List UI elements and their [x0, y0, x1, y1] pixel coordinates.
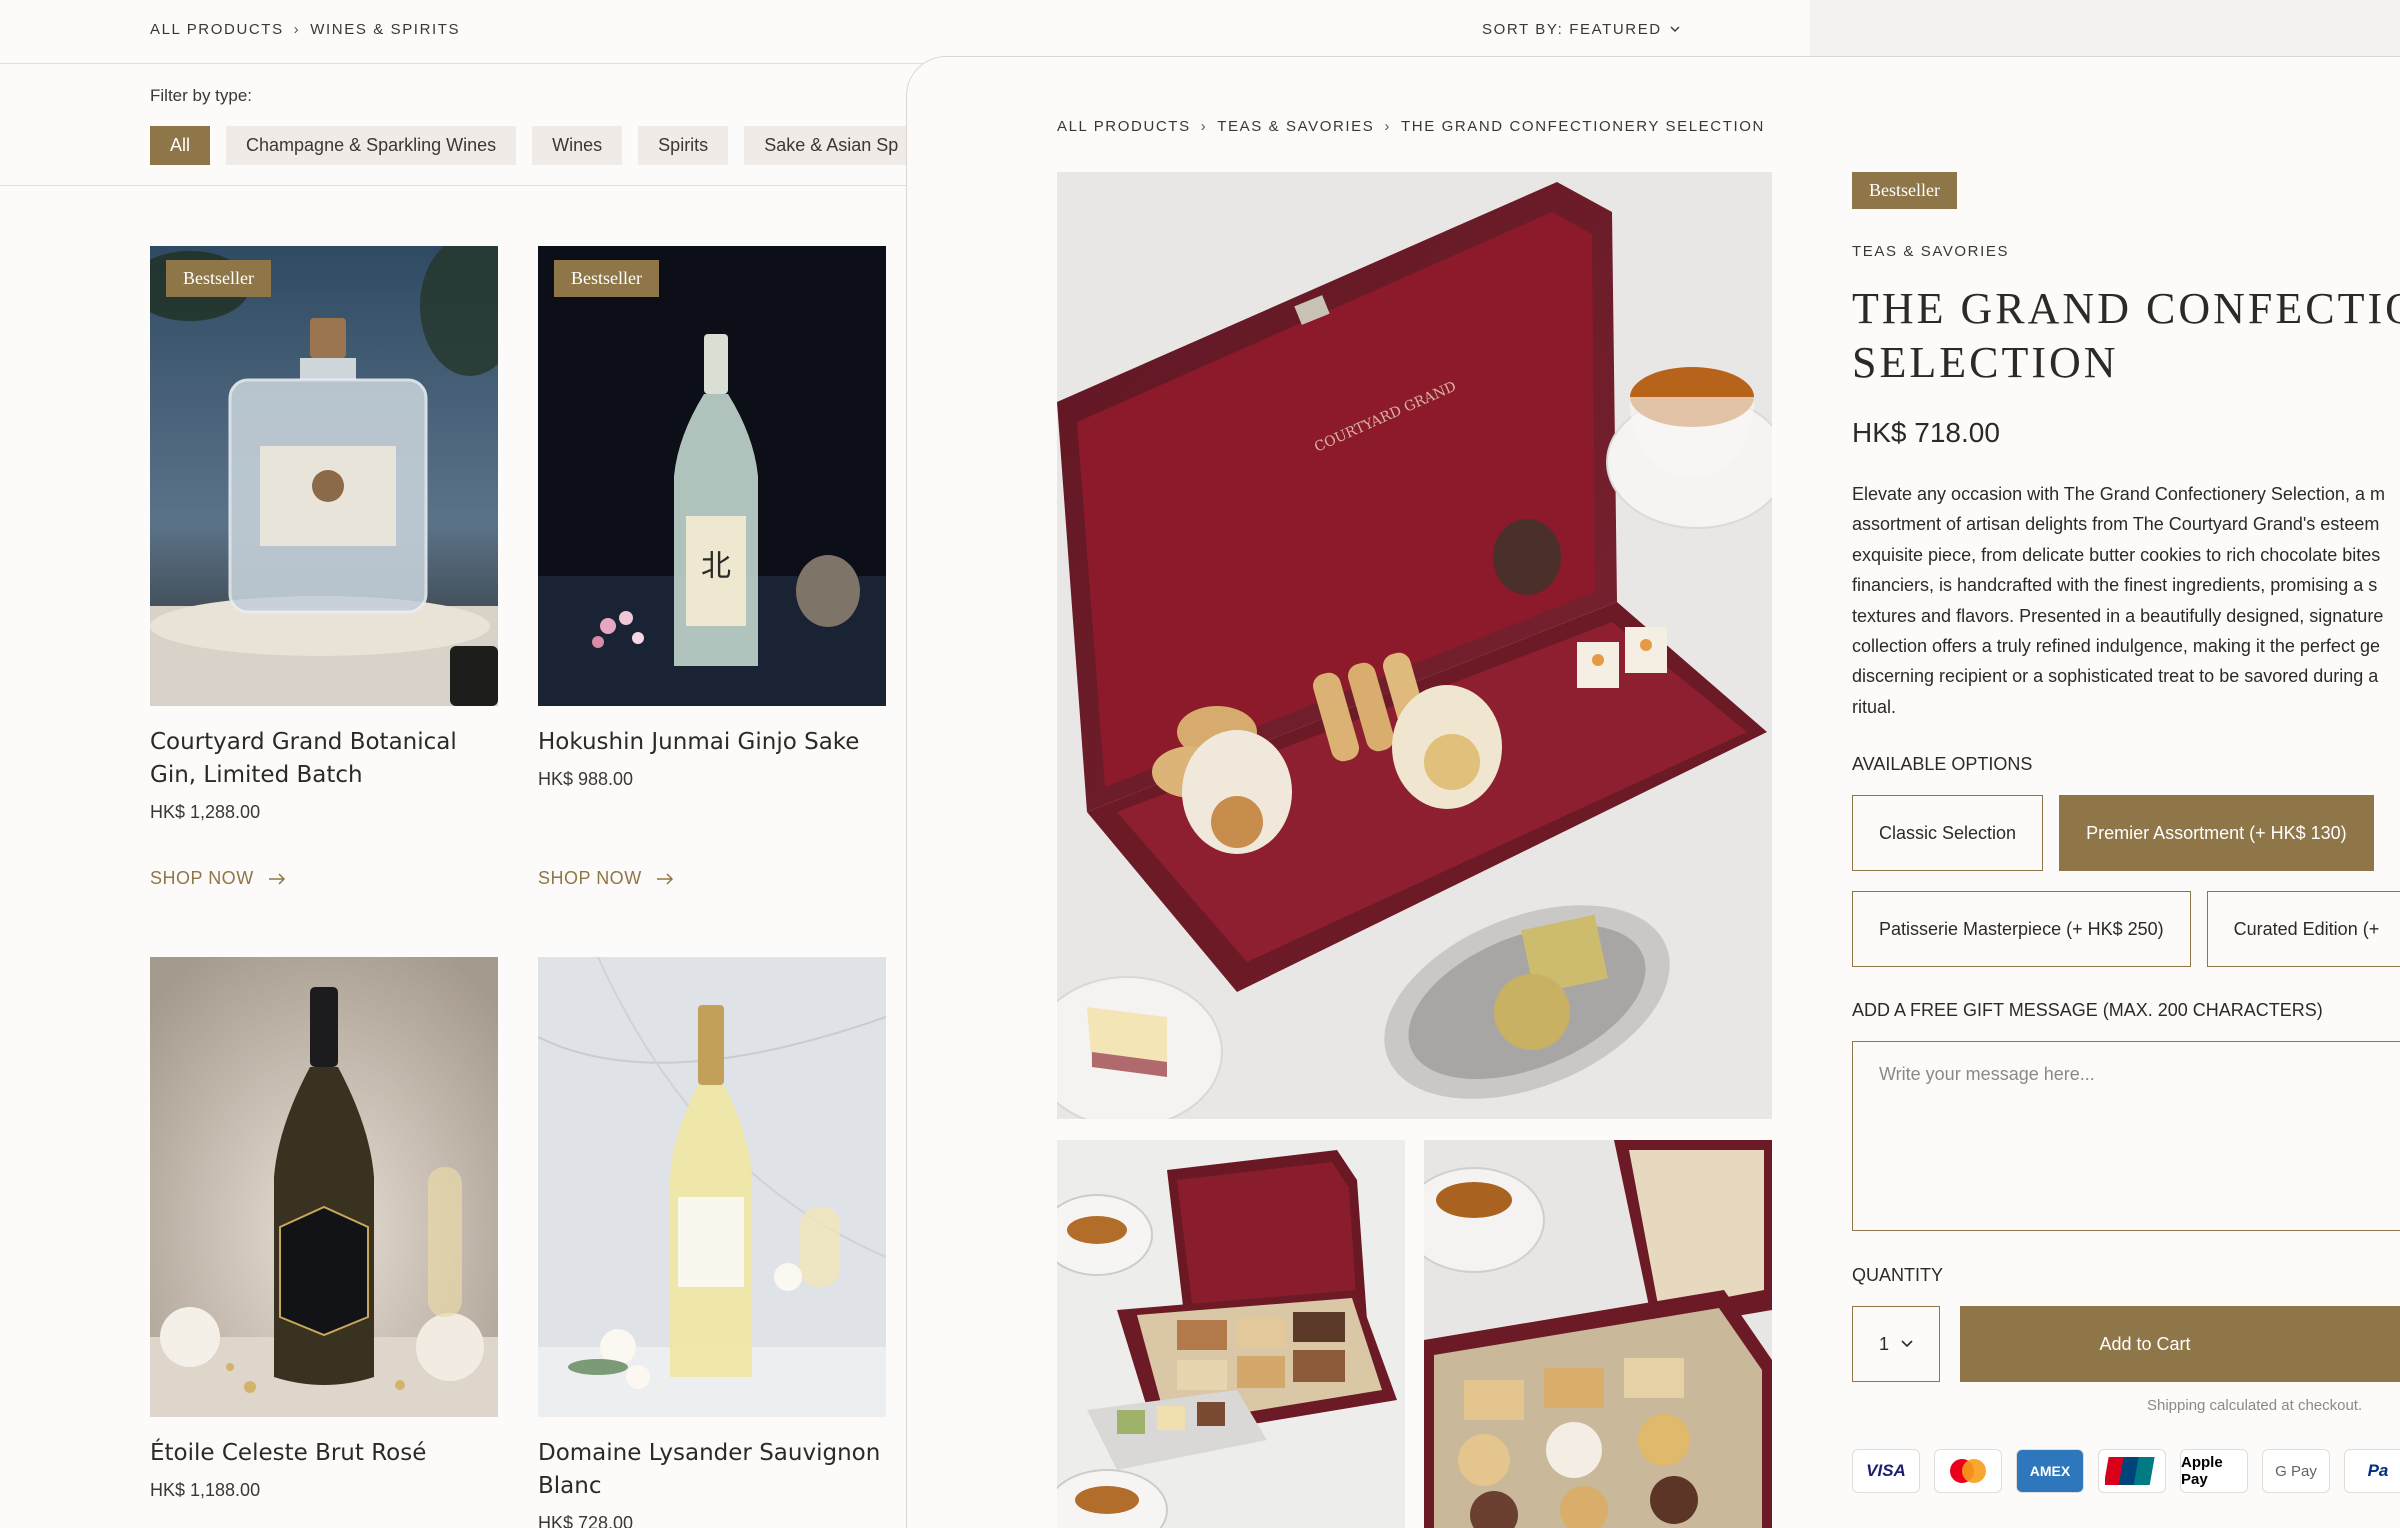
visa-icon: VISA — [1852, 1449, 1920, 1494]
arrow-right-icon — [656, 872, 673, 885]
unionpay-icon — [2098, 1449, 2166, 1494]
product-title-line-1: THE GRAND CONFECTIO — [1852, 284, 2400, 333]
gift-message-input[interactable]: Write your message here... — [1852, 1041, 2400, 1232]
confectionery-box-image: COURTYARD GRAND — [1057, 172, 1772, 1119]
breadcrumb: ALL PRODUCTS › WINES & SPIRITS — [150, 21, 460, 38]
chevron-down-icon — [1901, 1340, 1913, 1348]
option-premier-assortment[interactable]: Premier Assortment (+ HK$ 130) — [2059, 795, 2374, 872]
product-title: THE GRAND CONFECTIO SELECTION — [1852, 282, 2400, 390]
product-name[interactable]: Hokushin Junmai Ginjo Sake — [538, 726, 886, 759]
product-price: HK$ 988.00 — [538, 769, 634, 789]
product-thumbnail[interactable] — [1424, 1140, 1772, 1528]
gift-message-label: ADD A FREE GIFT MESSAGE (MAX. 200 CHARAC… — [1852, 1000, 2323, 1021]
breadcrumb: ALL PRODUCTS › TEAS & SAVORIES › THE GRA… — [1057, 118, 1765, 135]
product-card[interactable]: Étoile Celeste Brut Rosé HK$ 1,188.00 — [150, 957, 498, 1501]
bestseller-badge: Bestseller — [166, 260, 271, 297]
quantity-label: QUANTITY — [1852, 1265, 1944, 1286]
add-to-cart-button[interactable]: Add to Cart — [1960, 1306, 2400, 1383]
bestseller-badge: Bestseller — [1852, 172, 1957, 209]
product-price: HK$ 728.00 — [538, 1513, 634, 1528]
options-row: Patisserie Masterpiece (+ HK$ 250) Curat… — [1852, 891, 2400, 968]
product-main-image[interactable]: COURTYARD GRAND — [1057, 172, 1772, 1119]
quantity-value: 1 — [1878, 1333, 1889, 1354]
breadcrumb-link-all-products[interactable]: ALL PRODUCTS — [150, 21, 284, 38]
shop-now-label: SHOP NOW — [538, 868, 642, 888]
breadcrumb-current[interactable]: WINES & SPIRITS — [310, 21, 460, 38]
champagne-bottle-image — [150, 957, 498, 1417]
mastercard-icon — [1934, 1449, 2002, 1494]
filter-chip-wines[interactable]: Wines — [532, 126, 623, 165]
breadcrumb-separator-icon: › — [1384, 118, 1391, 135]
product-card[interactable]: Domaine Lysander Sauvignon Blanc HK$ 728… — [538, 957, 886, 1528]
quantity-row: 1 Add to Cart — [1852, 1306, 2400, 1383]
svg-text:北: 北 — [701, 549, 731, 584]
breadcrumb-link-teas[interactable]: TEAS & SAVORIES — [1217, 118, 1374, 135]
breadcrumb-link-all-products[interactable]: ALL PRODUCTS — [1057, 118, 1191, 135]
bestseller-badge: Bestseller — [554, 260, 659, 297]
filter-chips: All Champagne & Sparkling Wines Wines Sp… — [150, 126, 919, 165]
quantity-select[interactable]: 1 — [1852, 1306, 1940, 1383]
arrow-right-icon — [268, 872, 285, 885]
product-description: Elevate any occasion with The Grand Conf… — [1852, 484, 2385, 717]
shipping-note: Shipping calculated at checkout. — [2147, 1397, 2363, 1415]
product-detail-panel: ALL PRODUCTS › TEAS & SAVORIES › THE GRA… — [906, 56, 2400, 1528]
product-name[interactable]: Étoile Celeste Brut Rosé — [150, 1437, 498, 1470]
product-image[interactable]: Bestseller — [150, 246, 498, 706]
gin-bottle-image — [150, 246, 498, 706]
chevron-down-icon — [1670, 26, 1680, 32]
product-info: Bestseller TEAS & SAVORIES THE GRAND CON… — [1852, 172, 2400, 1494]
sake-bottle-image: 北 — [538, 246, 886, 706]
filter-label: Filter by type: — [150, 86, 253, 105]
product-image[interactable]: 北 Bestseller — [538, 246, 886, 706]
option-classic-selection[interactable]: Classic Selection — [1852, 795, 2044, 872]
wine-bottle-image — [538, 957, 886, 1417]
product-image[interactable] — [538, 957, 886, 1417]
filter-chip-champagne[interactable]: Champagne & Sparkling Wines — [226, 126, 517, 165]
product-thumbnail[interactable] — [1057, 1140, 1405, 1528]
product-card[interactable]: 北 Bestseller Hokushin Junmai Ginjo Sake … — [538, 246, 886, 790]
option-patisserie-masterpiece[interactable]: Patisserie Masterpiece (+ HK$ 250) — [1852, 891, 2191, 968]
product-image[interactable] — [150, 957, 498, 1417]
amex-icon: AMEX — [2016, 1449, 2084, 1494]
product-card[interactable]: Bestseller Courtyard Grand Botanical Gin… — [150, 246, 498, 823]
breadcrumb-separator-icon: › — [293, 21, 301, 38]
product-name[interactable]: Domaine Lysander Sauvignon Blanc — [538, 1437, 886, 1503]
product-price: HK$ 718.00 — [1852, 417, 2000, 448]
options-row: Classic Selection Premier Assortment (+ … — [1852, 795, 2400, 872]
thumbnail-image-2 — [1424, 1140, 1772, 1528]
paypal-icon: Pa — [2344, 1449, 2400, 1494]
product-title-line-2: SELECTION — [1852, 338, 2119, 387]
google-pay-icon: G Pay — [2262, 1449, 2330, 1494]
filter-chip-sake[interactable]: Sake & Asian Sp — [744, 126, 919, 165]
sort-dropdown[interactable]: SORT BY: FEATURED — [1482, 21, 1680, 38]
product-price: HK$ 1,288.00 — [150, 802, 261, 822]
filter-chip-spirits[interactable]: Spirits — [638, 126, 729, 165]
breadcrumb-separator-icon: › — [1200, 118, 1208, 135]
product-category: TEAS & SAVORIES — [1852, 243, 2010, 260]
sort-label: SORT BY: FEATURED — [1482, 21, 1662, 38]
breadcrumb-current: THE GRAND CONFECTIONERY SELECTION — [1401, 118, 1765, 135]
shop-now-label: SHOP NOW — [150, 868, 254, 888]
thumbnail-image-1 — [1057, 1140, 1405, 1528]
product-price: HK$ 1,188.00 — [150, 1480, 261, 1500]
option-curated-edition[interactable]: Curated Edition (+ — [2206, 891, 2400, 968]
shop-now-link[interactable]: SHOP NOW — [538, 868, 674, 889]
payment-methods: VISA AMEX Apple Pay G Pay Pa — [1852, 1449, 2400, 1494]
filter-chip-all[interactable]: All — [150, 126, 211, 165]
product-name[interactable]: Courtyard Grand Botanical Gin, Limited B… — [150, 726, 498, 792]
apple-pay-icon: Apple Pay — [2180, 1449, 2248, 1494]
options-label: AVAILABLE OPTIONS — [1852, 754, 2033, 775]
divider — [0, 185, 910, 186]
shop-now-link[interactable]: SHOP NOW — [150, 868, 286, 889]
